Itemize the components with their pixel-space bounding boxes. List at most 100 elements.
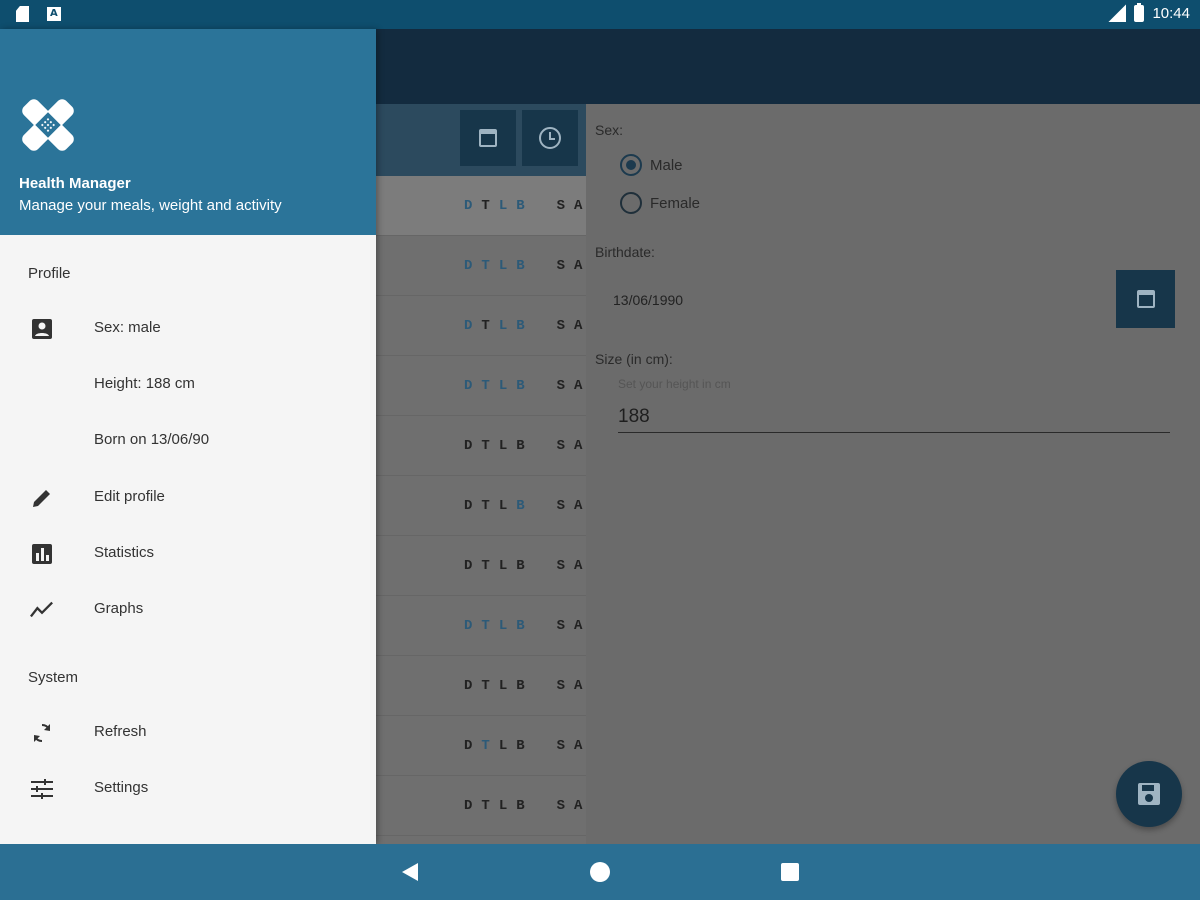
app-name: Health Manager xyxy=(19,175,131,192)
clock-time: 10:44 xyxy=(1152,4,1190,22)
meal-indicators: DTLB SA xyxy=(464,378,582,394)
activity-letter: A xyxy=(574,738,583,754)
meal-letter: T xyxy=(481,498,490,514)
meal-indicators: DTLB SA xyxy=(464,438,582,454)
drawer-item-born[interactable]: Born on 13/06/90 xyxy=(0,413,376,469)
section-profile: Profile xyxy=(28,265,71,282)
activity-letter: A xyxy=(574,198,583,214)
activity-letter: A xyxy=(574,618,583,634)
activity-letter: S xyxy=(556,498,566,514)
meal-letter: T xyxy=(481,438,490,454)
drawer-item-refresh[interactable]: Refresh xyxy=(0,705,376,761)
meal-letter: T xyxy=(481,738,490,754)
radio-female[interactable]: Female xyxy=(620,192,700,214)
list-item[interactable]: DTLB SA xyxy=(376,536,586,596)
clock-icon xyxy=(539,127,561,149)
meal-letter: L xyxy=(498,498,508,514)
meal-letter: B xyxy=(516,558,525,574)
meal-indicators: DTLB SA xyxy=(464,678,582,694)
sex-label: Sex: xyxy=(595,122,624,138)
list-item[interactable]: DTLB SA xyxy=(376,416,586,476)
activity-letter: A xyxy=(574,498,583,514)
birthdate-picker-button[interactable] xyxy=(1116,270,1175,328)
list-item[interactable]: DTLB SA xyxy=(376,596,586,656)
radio-button-unchecked[interactable] xyxy=(620,192,642,214)
meal-letter: D xyxy=(464,738,473,754)
drawer-header: Health Manager Manage your meals, weight… xyxy=(0,29,376,235)
meal-indicators: DTLB SA xyxy=(464,558,582,574)
drawer-item-statistics[interactable]: Statistics xyxy=(0,526,376,582)
radio-male[interactable]: Male xyxy=(620,154,683,176)
day-list: DTLBSADTLBSADTLBSADTLBSADTLBSADTLBSADTLB… xyxy=(376,104,586,844)
drawer-item-edit-profile[interactable]: Edit profile xyxy=(0,470,376,526)
pencil-icon xyxy=(30,486,54,510)
home-button[interactable] xyxy=(590,862,610,882)
meal-letter: L xyxy=(498,438,508,454)
meal-letter: L xyxy=(498,558,508,574)
meal-letter: L xyxy=(498,378,508,394)
meal-indicators: DTLB SA xyxy=(464,198,582,214)
recent-apps-button[interactable] xyxy=(781,863,799,881)
sd-card-icon xyxy=(16,6,29,22)
time-button[interactable] xyxy=(522,110,578,166)
calendar-button[interactable] xyxy=(460,110,516,166)
app-notification-icon xyxy=(47,7,61,21)
list-item[interactable]: DTLB SA xyxy=(376,476,586,536)
list-item[interactable]: DTLB SA xyxy=(376,656,586,716)
save-button[interactable] xyxy=(1116,761,1182,827)
meal-letter: D xyxy=(464,498,473,514)
list-item[interactable]: DTLB SA xyxy=(376,356,586,416)
meal-letter: T xyxy=(481,258,490,274)
list-item[interactable]: DTLB SA xyxy=(376,236,586,296)
meal-letter: D xyxy=(464,438,473,454)
radio-male-label: Male xyxy=(650,156,683,174)
app-logo-icon xyxy=(19,96,77,154)
size-label: Size (in cm): xyxy=(595,351,673,367)
meal-letter: L xyxy=(498,198,508,214)
drawer-item-graphs[interactable]: Graphs xyxy=(0,582,376,638)
radio-female-label: Female xyxy=(650,194,701,212)
birthdate-value: 13/06/1990 xyxy=(613,292,684,308)
list-item[interactable]: DTLB SA xyxy=(376,716,586,776)
drawer-item-sex[interactable]: Sex: male xyxy=(0,301,376,357)
list-item[interactable]: DTLB SA xyxy=(376,776,586,836)
size-hint: Set your height in cm xyxy=(618,377,731,391)
drawer-item-label: Statistics xyxy=(94,544,155,561)
list-item[interactable]: DTLB SA xyxy=(376,296,586,356)
meal-indicators: DTLB SA xyxy=(464,738,582,754)
meal-letter: B xyxy=(516,438,525,454)
meal-letter: D xyxy=(464,798,473,814)
radio-button-checked[interactable] xyxy=(620,154,642,176)
save-icon xyxy=(1138,783,1160,805)
refresh-icon xyxy=(30,721,54,745)
drawer-item-label: Height: 188 cm xyxy=(94,375,195,392)
meal-letter: D xyxy=(464,378,473,394)
drawer-item-label: Graphs xyxy=(94,600,144,617)
meal-letter: T xyxy=(481,378,490,394)
meal-indicators: DTLB SA xyxy=(464,318,582,334)
meal-letter: T xyxy=(481,798,490,814)
activity-letter: A xyxy=(574,378,583,394)
navigation-drawer: Health Manager Manage your meals, weight… xyxy=(0,29,376,844)
meal-indicators: DTLB SA xyxy=(464,618,582,634)
drawer-item-label: Settings xyxy=(94,779,149,796)
system-nav-bar xyxy=(0,844,1200,900)
activity-letter: S xyxy=(556,738,566,754)
drawer-item-height[interactable]: Height: 188 cm xyxy=(0,357,376,413)
back-button[interactable] xyxy=(402,863,418,881)
meal-letter: L xyxy=(498,318,508,334)
activity-letter: A xyxy=(574,558,583,574)
size-input[interactable]: 188 xyxy=(618,406,650,428)
activity-letter: S xyxy=(556,678,566,694)
app-description: Manage your meals, weight and activity xyxy=(19,197,282,214)
meal-letter: T xyxy=(481,678,490,694)
meal-letter: T xyxy=(481,198,490,214)
list-item[interactable]: DTLB SA xyxy=(376,176,586,236)
meal-letter: B xyxy=(516,318,525,334)
meal-letter: L xyxy=(498,738,508,754)
meal-letter: L xyxy=(498,678,508,694)
activity-letter: A xyxy=(574,678,583,694)
meal-letter: B xyxy=(516,738,525,754)
calendar-icon xyxy=(479,129,497,147)
drawer-item-settings[interactable]: Settings xyxy=(0,761,376,817)
